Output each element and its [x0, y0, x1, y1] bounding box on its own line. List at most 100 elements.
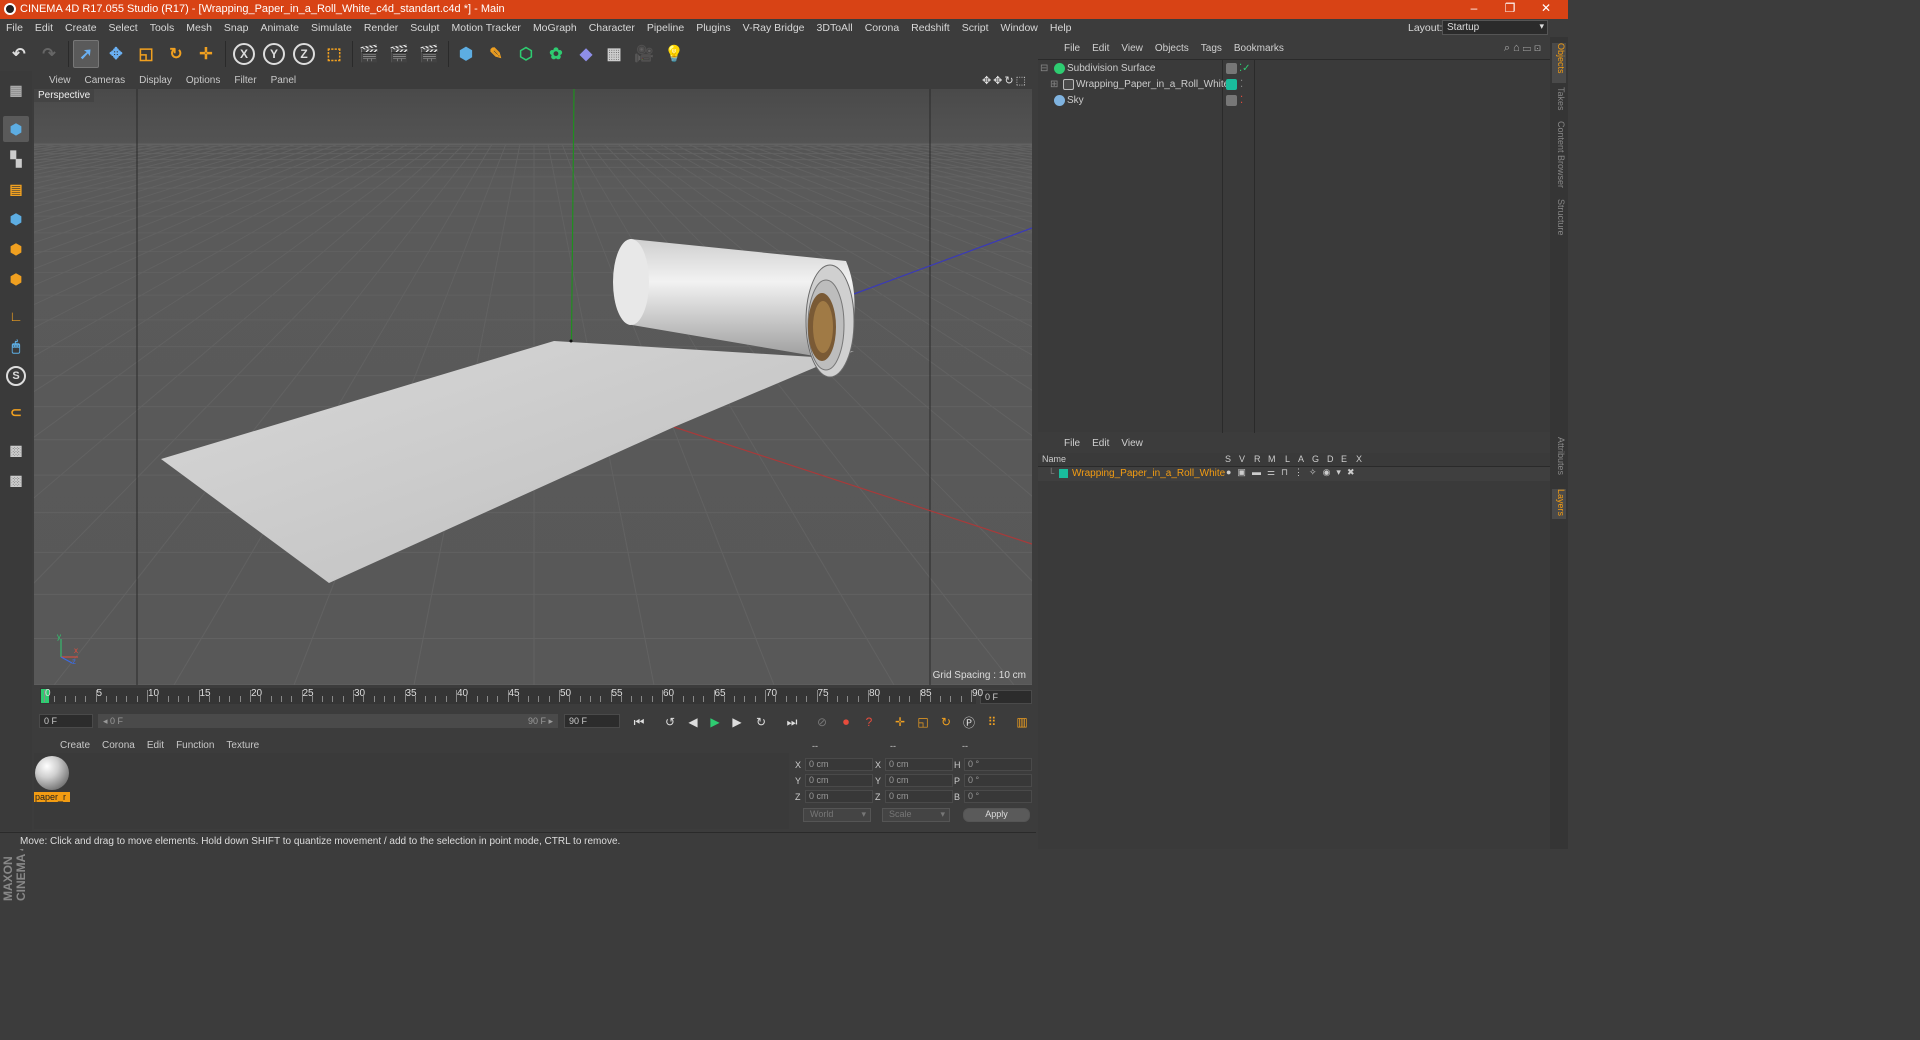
- go-to-end-icon[interactable]: ⏭: [782, 712, 802, 732]
- viewport-menu-filter[interactable]: Filter: [227, 75, 263, 86]
- visibility-dots-icon[interactable]: ⁚✓: [1239, 63, 1251, 74]
- rotation-key-icon[interactable]: ↻: [936, 712, 956, 732]
- subdivision-surface-icon[interactable]: ⬡: [513, 40, 539, 68]
- play-icon[interactable]: ▶: [705, 712, 725, 732]
- object-manager-search-icon[interactable]: ⌕⌂▭⊡: [1504, 42, 1544, 55]
- make-editable-icon[interactable]: ▦: [3, 77, 29, 103]
- keyframe-selection-icon[interactable]: ?: [859, 712, 879, 732]
- coord-value-field[interactable]: 0 °: [964, 758, 1032, 771]
- menu-corona[interactable]: Corona: [859, 22, 905, 34]
- object-menu-objects[interactable]: Objects: [1149, 43, 1195, 54]
- scale-key-icon[interactable]: ◱: [913, 712, 933, 732]
- layer-menu-file[interactable]: File: [1058, 438, 1086, 449]
- layer-toggle-icon[interactable]: [1226, 95, 1237, 106]
- material-name-label[interactable]: paper_r: [34, 792, 70, 802]
- object-menu-file[interactable]: File: [1058, 43, 1086, 54]
- timeline-icon[interactable]: ▥: [1012, 712, 1032, 732]
- y-axis-lock-icon[interactable]: Y: [261, 40, 287, 68]
- layer-row[interactable]: └ Wrapping_Paper_in_a_Roll_White ●▣▬⚌⊓⋮✧…: [1038, 467, 1550, 481]
- menu-simulate[interactable]: Simulate: [305, 22, 358, 34]
- perspective-viewport[interactable]: y x z Perspective Grid Spacing : 10 cm: [34, 89, 1032, 685]
- menu-window[interactable]: Window: [995, 22, 1044, 34]
- material-menu-function[interactable]: Function: [170, 740, 220, 751]
- visibility-dots-icon[interactable]: ⁚: [1240, 95, 1243, 106]
- go-to-start-icon[interactable]: ⏮: [629, 712, 649, 732]
- floor-icon[interactable]: ▦: [601, 40, 627, 68]
- menu-mesh[interactable]: Mesh: [180, 22, 218, 34]
- viewport-nav-icons[interactable]: ✥✥↻⬚: [982, 74, 1028, 87]
- workplane-lock-icon[interactable]: ▩: [3, 437, 29, 463]
- object-row-wrapping-paper[interactable]: ⊞ Wrapping_Paper_in_a_Roll_White ⁚: [1038, 77, 1550, 93]
- previous-key-icon[interactable]: ↺: [660, 712, 680, 732]
- menu-motion-tracker[interactable]: Motion Tracker: [445, 22, 526, 34]
- coord-value-field[interactable]: 0 °: [964, 790, 1032, 803]
- workplane-mode-icon[interactable]: ▤: [3, 176, 29, 202]
- transform-icon[interactable]: ✛: [193, 40, 219, 68]
- parameter-key-icon[interactable]: Ⓟ: [959, 712, 979, 732]
- menu-animate[interactable]: Animate: [254, 22, 305, 34]
- menu-edit[interactable]: Edit: [29, 22, 59, 34]
- visibility-dots-icon[interactable]: ⁚: [1240, 79, 1243, 90]
- auto-keying-icon[interactable]: ⏺: [836, 712, 856, 732]
- object-row-subdivision-surface[interactable]: ⊟ Subdivision Surface ⁚✓: [1038, 61, 1550, 77]
- coord-value-field[interactable]: 0 cm: [805, 790, 873, 803]
- coordinate-system-icon[interactable]: ⬚: [321, 40, 347, 68]
- menu-mograph[interactable]: MoGraph: [527, 22, 583, 34]
- cube-icon[interactable]: ⬢: [453, 40, 479, 68]
- axis-mode-icon[interactable]: ∟: [3, 303, 29, 329]
- material-menu-edit[interactable]: Edit: [141, 740, 170, 751]
- z-axis-lock-icon[interactable]: Z: [291, 40, 317, 68]
- model-mode-icon[interactable]: ⬢: [3, 116, 29, 142]
- undo-icon[interactable]: ↶: [6, 40, 32, 68]
- coordinate-space-select[interactable]: World ▾: [803, 808, 871, 822]
- texture-mode-icon[interactable]: ▚: [3, 146, 29, 172]
- material-menu-create[interactable]: Create: [54, 740, 96, 751]
- viewport-menu-options[interactable]: Options: [179, 75, 227, 86]
- workplane-rotate-icon[interactable]: ▩: [3, 467, 29, 493]
- menu-snap[interactable]: Snap: [218, 22, 255, 34]
- viewport-menu-display[interactable]: Display: [132, 75, 179, 86]
- menu-file[interactable]: File: [0, 22, 29, 34]
- coord-value-field[interactable]: 0 cm: [805, 774, 873, 787]
- close-button[interactable]: ✕: [1526, 1, 1566, 18]
- coord-value-field[interactable]: 0 cm: [885, 774, 953, 787]
- menu-script[interactable]: Script: [956, 22, 995, 34]
- layout-select[interactable]: Startup ▾: [1442, 20, 1548, 35]
- coord-value-field[interactable]: 0 °: [964, 774, 1032, 787]
- object-menu-view[interactable]: View: [1115, 43, 1149, 54]
- menu-v-ray-bridge[interactable]: V-Ray Bridge: [737, 22, 811, 34]
- start-frame-field[interactable]: 0 F: [39, 714, 93, 728]
- restore-button[interactable]: ❐: [1490, 1, 1530, 18]
- render-view-icon[interactable]: 🎬: [356, 40, 382, 68]
- coordinate-mode-select[interactable]: Scale ▾: [882, 808, 950, 822]
- menu-tools[interactable]: Tools: [144, 22, 181, 34]
- x-axis-lock-icon[interactable]: X: [231, 40, 257, 68]
- material-menu-corona[interactable]: Corona: [96, 740, 141, 751]
- menu-render[interactable]: Render: [358, 22, 404, 34]
- redo-icon[interactable]: ↷: [36, 40, 62, 68]
- tab-takes[interactable]: Takes: [1552, 87, 1566, 115]
- coord-value-field[interactable]: 0 cm: [885, 758, 953, 771]
- menu-sculpt[interactable]: Sculpt: [404, 22, 445, 34]
- layer-color-icon[interactable]: [1059, 469, 1068, 478]
- menu-create[interactable]: Create: [59, 22, 103, 34]
- layer-color-icon[interactable]: [1226, 79, 1237, 90]
- menu-plugins[interactable]: Plugins: [690, 22, 736, 34]
- record-keys-icon[interactable]: ⊘: [812, 712, 832, 732]
- tab-structure[interactable]: Structure: [1552, 199, 1566, 243]
- coord-value-field[interactable]: 0 cm: [885, 790, 953, 803]
- menu-select[interactable]: Select: [103, 22, 144, 34]
- layer-toggle-icon[interactable]: [1226, 63, 1237, 74]
- menu-character[interactable]: Character: [583, 22, 641, 34]
- coord-value-field[interactable]: 0 cm: [805, 758, 873, 771]
- render-picture-viewer-icon[interactable]: 🎬: [386, 40, 412, 68]
- position-key-icon[interactable]: ✛: [890, 712, 910, 732]
- apply-button[interactable]: Apply: [963, 808, 1030, 822]
- viewport-menu-view[interactable]: View: [42, 75, 78, 86]
- layer-menu-view[interactable]: View: [1115, 438, 1149, 449]
- tab-content-browser[interactable]: Content Browser: [1552, 121, 1566, 191]
- layer-flags-icons[interactable]: ●▣▬⚌⊓⋮✧◉▾✖: [1226, 467, 1360, 478]
- move-icon[interactable]: ✥: [103, 40, 129, 68]
- snapping-icon[interactable]: S: [3, 363, 29, 389]
- rotate-icon[interactable]: ↻: [163, 40, 189, 68]
